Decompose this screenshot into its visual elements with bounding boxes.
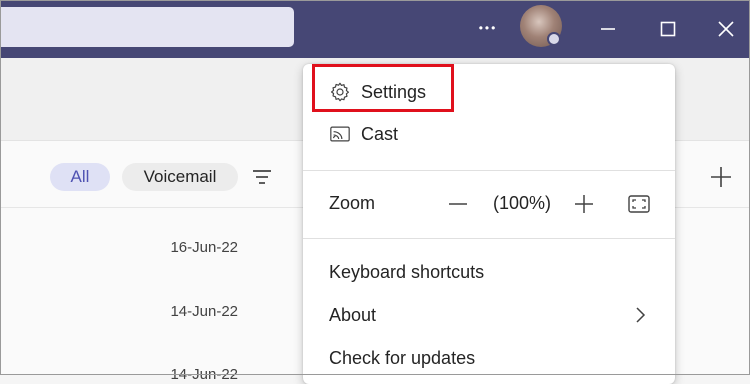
check-for-updates-label: Check for updates: [329, 347, 476, 368]
close-icon: [718, 21, 734, 37]
maximize-icon: [660, 21, 676, 37]
search-input[interactable]: [0, 7, 294, 47]
maximize-button[interactable]: [648, 14, 688, 44]
menu-item-keyboard-shortcuts[interactable]: Keyboard shortcuts: [303, 258, 675, 286]
add-button[interactable]: [708, 164, 734, 190]
call-date: 16-Jun-22: [170, 239, 238, 256]
filter-voicemail-button[interactable]: Voicemail: [122, 163, 238, 191]
cast-label: Cast: [361, 123, 399, 144]
filter-icon: [253, 170, 271, 184]
zoom-value: (100%): [493, 192, 552, 213]
settings-menu: Settings Cast Zoom (100%) Keyboard short…: [303, 64, 675, 384]
close-button[interactable]: [706, 14, 746, 44]
about-label: About: [329, 304, 377, 325]
fullscreen-icon[interactable]: [627, 193, 651, 215]
menu-item-about[interactable]: About: [303, 301, 675, 329]
chevron-right-icon: [636, 307, 646, 323]
minimize-icon: [601, 28, 615, 30]
menu-item-zoom: Zoom (100%): [303, 188, 675, 218]
settings-highlight-box: [312, 64, 454, 112]
menu-divider: [303, 170, 675, 171]
zoom-in-icon[interactable]: [573, 193, 595, 215]
status-indicator: [547, 32, 561, 46]
add-icon: [711, 167, 731, 187]
minimize-button[interactable]: [588, 14, 628, 44]
menu-item-check-for-updates[interactable]: Check for updates: [303, 344, 675, 372]
cast-icon: [330, 126, 350, 142]
keyboard-shortcuts-label: Keyboard shortcuts: [329, 261, 485, 282]
menu-divider: [303, 238, 675, 239]
call-date: 14-Jun-22: [170, 303, 238, 320]
title-bar: •••: [0, 0, 750, 58]
more-options-button[interactable]: •••: [474, 16, 502, 40]
zoom-label: Zoom: [329, 192, 376, 213]
menu-item-cast[interactable]: Cast: [303, 120, 675, 148]
filter-all-button[interactable]: All: [50, 163, 110, 191]
avatar[interactable]: [520, 5, 562, 47]
more-icon: •••: [478, 21, 498, 35]
filter-button[interactable]: [250, 166, 274, 188]
zoom-out-icon[interactable]: [447, 193, 469, 215]
